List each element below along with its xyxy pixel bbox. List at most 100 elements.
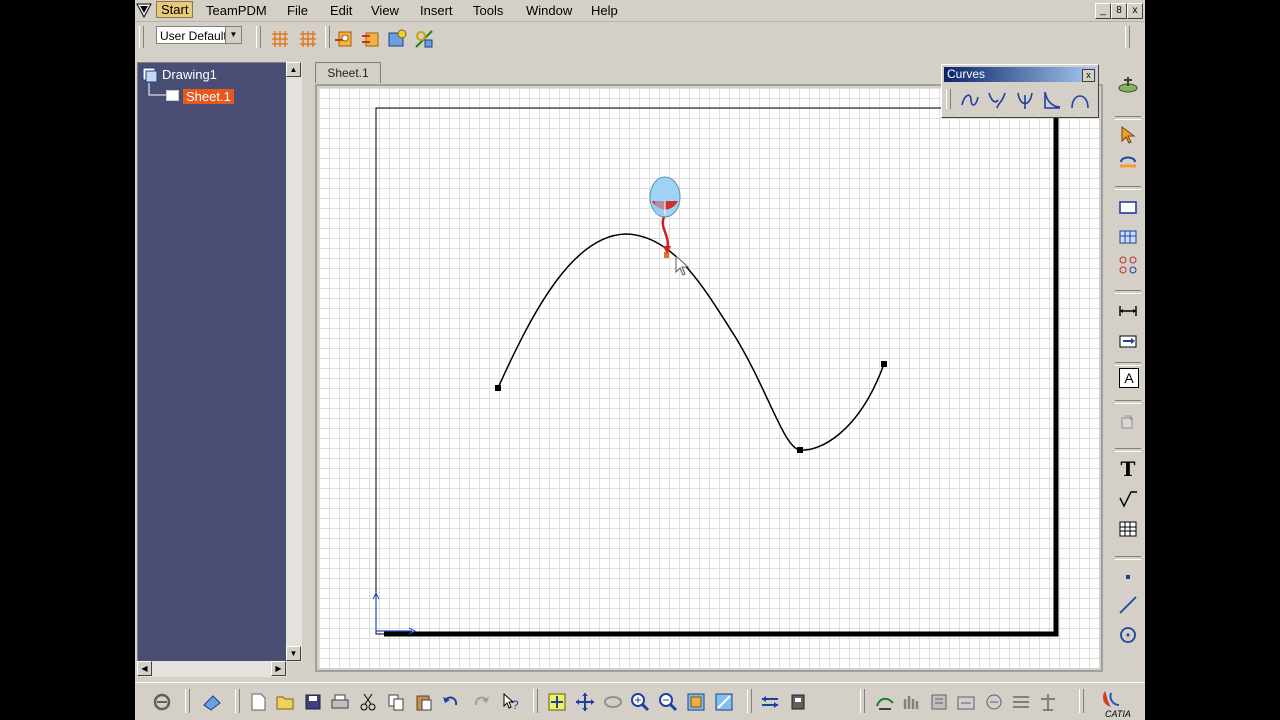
spec-icon[interactable] [787,691,809,713]
curves-toolbar-title[interactable]: Curves [944,67,1096,82]
workbench-icon-7[interactable] [1037,691,1059,713]
workbench-icon-6[interactable] [1010,691,1032,713]
line-icon[interactable] [1117,594,1139,616]
help-icon[interactable]: ? [500,691,522,713]
toolbar-grip[interactable] [256,26,261,48]
frame-icon[interactable] [1117,196,1139,218]
analysis-display-icon[interactable] [333,28,355,50]
undo-icon[interactable] [440,691,462,713]
annotation-icon[interactable] [1117,412,1139,434]
minimize-button[interactable]: _ [1095,3,1111,19]
menu-view[interactable]: View [371,3,399,18]
compass-icon[interactable] [1117,75,1139,97]
dimension-chain-icon[interactable] [1117,330,1139,352]
display-view-icon[interactable] [386,28,408,50]
roughness-icon[interactable] [1117,488,1139,510]
copy-icon[interactable] [385,691,407,713]
sheet-tab[interactable]: Sheet.1 [315,62,381,83]
view-generation-icon[interactable] [360,28,382,50]
workbench-icon-4[interactable] [955,691,977,713]
paste-icon[interactable] [413,691,435,713]
toolbar-grip[interactable] [139,26,144,48]
menu-file[interactable]: File [287,3,308,18]
right-toolbar: A T [1111,56,1145,674]
view-grid-icon[interactable] [1117,226,1139,248]
workbench-icon-5[interactable] [983,691,1005,713]
toolbar-separator [1115,362,1141,366]
snap-grid-icon[interactable] [297,28,319,50]
parabola-icon[interactable] [1014,89,1036,111]
rotate-view-icon[interactable] [1117,152,1139,174]
toolbar-grip[interactable] [533,689,538,713]
conic-icon[interactable] [1069,89,1091,111]
tree-vertical-scrollbar[interactable]: ▲ ▼ [286,62,302,662]
table-icon[interactable] [1117,518,1139,540]
rotate-icon[interactable] [602,691,624,713]
select-icon[interactable] [1117,124,1139,146]
tree-horizontal-scrollbar[interactable]: ◀ ▶ [137,661,287,677]
save-icon[interactable] [302,691,324,713]
connect-curve-icon[interactable] [986,89,1008,111]
scroll-right-button[interactable]: ▶ [271,661,286,676]
menu-window[interactable]: Window [526,3,572,18]
tree-root-label[interactable]: Drawing1 [162,67,217,82]
circle-icon[interactable] [1117,624,1139,646]
menu-tools[interactable]: Tools [473,3,503,18]
style-select[interactable]: User Default ▼ [156,26,242,44]
menu-insert[interactable]: Insert [420,3,453,18]
redo-icon[interactable] [470,691,492,713]
curves-close-button[interactable]: x [1082,69,1095,82]
text-box-icon[interactable]: A [1119,368,1139,388]
toolbar-grip[interactable] [946,89,951,109]
constraint-icon[interactable] [1117,254,1139,276]
toolbar-grip[interactable] [747,689,752,713]
spline-control-point[interactable] [881,361,887,367]
workbench-icon-2[interactable] [901,691,923,713]
toolbar-grip[interactable] [235,689,240,713]
workbench-icon-1[interactable] [874,691,896,713]
scroll-down-button[interactable]: ▼ [286,646,301,661]
restore-button[interactable]: 8 [1111,3,1127,19]
tree-sheet-item[interactable]: Sheet.1 [183,89,234,104]
dimension-tool-icon[interactable] [759,691,781,713]
close-button[interactable]: x [1127,3,1143,19]
app-logo-icon [136,3,152,19]
view-mode-icon[interactable] [713,691,735,713]
toolbar-grip[interactable] [860,689,865,713]
curves-toolbar: Curves x [941,64,1099,118]
spline-control-point[interactable] [495,385,501,391]
toolbar-grip[interactable] [1125,26,1130,48]
normal-view-icon[interactable] [685,691,707,713]
zoom-out-icon[interactable] [657,691,679,713]
update-icon[interactable] [151,691,173,713]
eraser-icon[interactable] [201,691,223,713]
toolbar-grip[interactable] [185,689,190,713]
new-icon[interactable] [247,691,269,713]
open-icon[interactable] [274,691,296,713]
menu-edit[interactable]: Edit [330,3,352,18]
print-icon[interactable] [329,691,351,713]
menu-teampdm[interactable]: TeamPDM [206,3,267,18]
dimension-icon[interactable] [1117,300,1139,322]
spline-icon[interactable] [959,89,981,111]
scroll-left-button[interactable]: ◀ [137,661,152,676]
point-icon[interactable] [1117,566,1139,588]
zoom-in-icon[interactable] [629,691,651,713]
text-icon[interactable]: T [1117,458,1139,480]
spline-curve[interactable] [497,233,885,451]
pan-icon[interactable] [574,691,596,713]
spline-control-point[interactable] [797,447,803,453]
grid-icon[interactable] [269,28,291,50]
filter-generated-icon[interactable] [413,28,435,50]
drawing-canvas[interactable] [319,88,1099,668]
fit-all-icon[interactable] [546,691,568,713]
sheet-shadow [384,118,1059,637]
toolbar-grip[interactable] [1079,689,1084,713]
hyperbola-icon[interactable] [1041,89,1063,111]
scroll-up-button[interactable]: ▲ [286,62,301,77]
menu-start[interactable]: Start [156,1,194,18]
workbench-icon-3[interactable] [928,691,950,713]
cut-icon[interactable] [357,691,379,713]
toolbar-grip[interactable] [325,26,330,48]
menu-help[interactable]: Help [591,3,618,18]
